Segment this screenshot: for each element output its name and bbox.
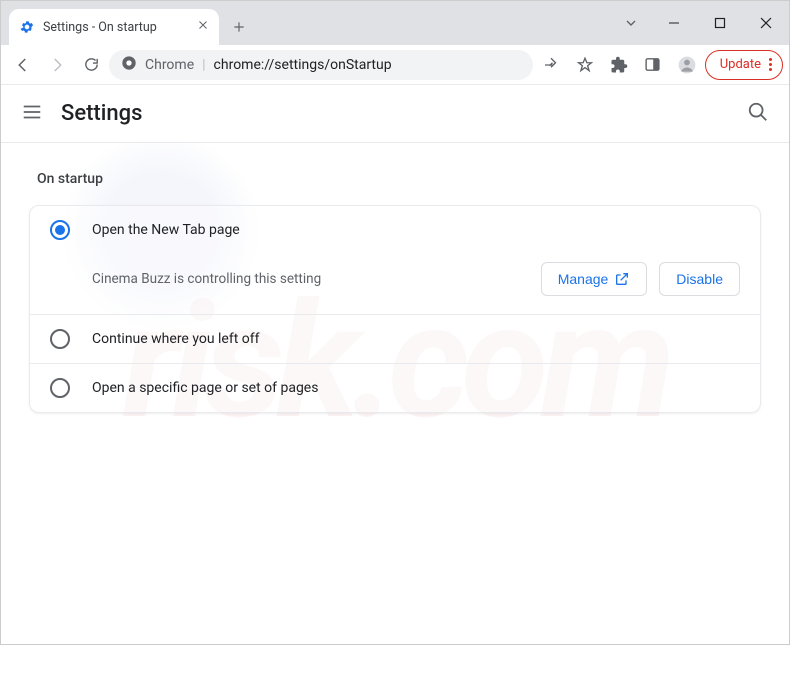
profile-avatar-icon[interactable]	[671, 49, 703, 81]
close-tab-icon[interactable]	[197, 19, 209, 35]
page-title: Settings	[61, 101, 142, 126]
reload-button[interactable]	[75, 49, 107, 81]
settings-content: On startup Open the New Tab page Cinema …	[1, 143, 789, 441]
maximize-button[interactable]	[697, 3, 743, 43]
radio-label: Continue where you left off	[92, 331, 260, 347]
minimize-button[interactable]	[651, 3, 697, 43]
chrome-logo-icon	[121, 55, 137, 75]
radio-label: Open a specific page or set of pages	[92, 380, 318, 396]
disable-button-label: Disable	[676, 271, 723, 287]
browser-tab[interactable]: Settings - On startup	[9, 9, 219, 45]
controlled-by-extension-row: Cinema Buzz is controlling this setting …	[30, 254, 760, 314]
kebab-menu-icon	[769, 58, 772, 71]
update-button[interactable]: Update	[705, 50, 783, 80]
settings-header: Settings	[1, 85, 789, 143]
radio-label: Open the New Tab page	[92, 222, 240, 238]
share-icon[interactable]	[535, 49, 567, 81]
hamburger-menu-icon[interactable]	[21, 101, 43, 127]
section-title: On startup	[37, 171, 761, 187]
omnibox-divider: |	[202, 57, 205, 73]
gear-icon	[19, 19, 35, 35]
window-controls	[611, 1, 789, 45]
omnibox-security-label: Chrome	[145, 57, 194, 73]
radio-icon	[50, 220, 70, 240]
new-tab-button[interactable]	[225, 13, 253, 41]
radio-option-new-tab[interactable]: Open the New Tab page	[30, 206, 760, 254]
controlled-message: Cinema Buzz is controlling this setting	[92, 271, 529, 287]
manage-button-label: Manage	[558, 271, 609, 287]
sidepanel-icon[interactable]	[637, 49, 669, 81]
open-external-icon	[614, 271, 630, 287]
disable-button[interactable]: Disable	[659, 262, 740, 296]
search-icon[interactable]	[747, 101, 769, 127]
address-bar[interactable]: Chrome | chrome://settings/onStartup	[109, 50, 533, 80]
radio-icon	[50, 329, 70, 349]
close-window-button[interactable]	[743, 3, 789, 43]
startup-card: Open the New Tab page Cinema Buzz is con…	[29, 205, 761, 413]
radio-icon	[50, 378, 70, 398]
tab-title: Settings - On startup	[43, 20, 157, 35]
chevron-down-icon[interactable]	[611, 15, 651, 31]
update-button-label: Update	[720, 57, 761, 72]
forward-button[interactable]	[41, 49, 73, 81]
radio-option-continue[interactable]: Continue where you left off	[30, 315, 760, 363]
window-titlebar: Settings - On startup	[1, 1, 789, 45]
omnibox-url: chrome://settings/onStartup	[214, 57, 392, 73]
browser-toolbar: Chrome | chrome://settings/onStartup Upd…	[1, 45, 789, 85]
bookmark-star-icon[interactable]	[569, 49, 601, 81]
radio-option-specific-pages[interactable]: Open a specific page or set of pages	[30, 364, 760, 412]
back-button[interactable]	[7, 49, 39, 81]
extensions-puzzle-icon[interactable]	[603, 49, 635, 81]
manage-button[interactable]: Manage	[541, 262, 648, 296]
